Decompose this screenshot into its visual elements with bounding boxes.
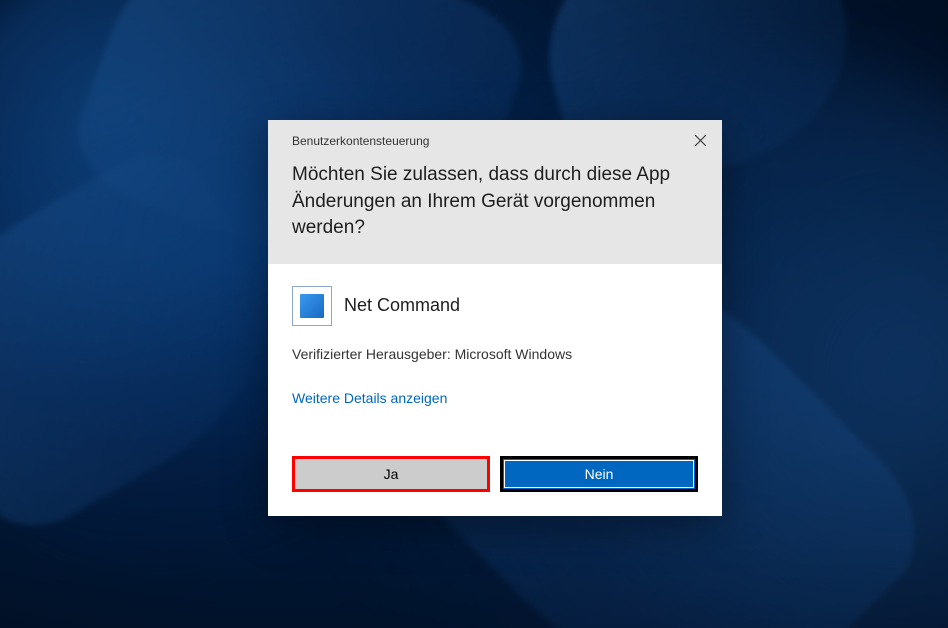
dialog-footer: Ja Nein <box>268 436 722 516</box>
dialog-question: Möchten Sie zulassen, dass durch diese A… <box>292 162 698 242</box>
dialog-header: Benutzerkontensteuerung Möchten Sie zula… <box>268 120 722 264</box>
dialog-body: Net Command Verifizierter Herausgeber: M… <box>268 264 722 436</box>
uac-dialog: Benutzerkontensteuerung Möchten Sie zula… <box>268 120 722 516</box>
app-info-row: Net Command <box>292 286 698 326</box>
publisher-info: Verifizierter Herausgeber: Microsoft Win… <box>292 346 698 362</box>
yes-button[interactable]: Ja <box>292 456 490 492</box>
no-button[interactable]: Nein <box>500 456 698 492</box>
app-icon <box>292 286 332 326</box>
show-details-link[interactable]: Weitere Details anzeigen <box>292 390 698 406</box>
dialog-title: Benutzerkontensteuerung <box>292 134 698 148</box>
close-icon <box>695 135 706 146</box>
app-name: Net Command <box>344 295 460 316</box>
close-button[interactable] <box>690 130 710 150</box>
